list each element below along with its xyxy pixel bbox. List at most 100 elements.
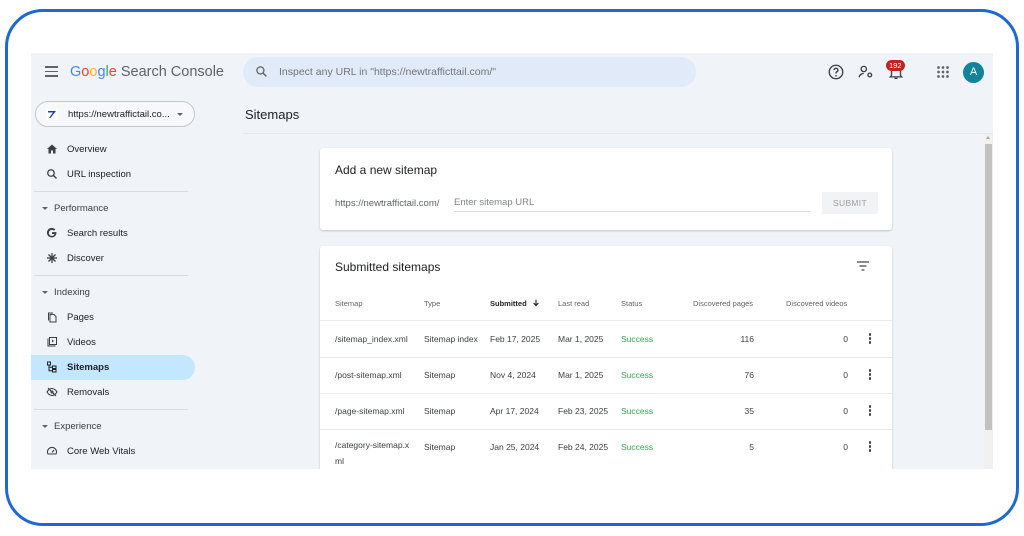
collapse-triangle-icon: [42, 207, 48, 210]
cell-status: Success: [621, 442, 654, 452]
avatar[interactable]: A: [963, 62, 984, 83]
column-header-last-read[interactable]: Last read: [558, 299, 589, 308]
table-row[interactable]: /page-sitemap.xml Sitemap Apr 17, 2024 F…: [320, 394, 892, 430]
sidebar-item-label: Removals: [67, 387, 110, 398]
column-header-discovered-videos[interactable]: Discovered videos: [786, 299, 847, 308]
apps-grid-icon[interactable]: [934, 63, 952, 81]
sidebar-item-label: Overview: [67, 144, 107, 155]
cell-status: Success: [621, 334, 654, 344]
cell-submitted: Nov 4, 2024: [490, 370, 536, 380]
cell-sitemap: /sitemap_index.xml: [335, 334, 408, 344]
videos-icon: [47, 337, 57, 347]
manage-users-icon[interactable]: [857, 63, 875, 81]
table-row[interactable]: /post-sitemap.xml Sitemap Nov 4, 2024 Ma…: [320, 358, 892, 394]
add-sitemap-card: Add a new sitemap https://newtraffictail…: [320, 148, 892, 230]
url-inspect-input[interactable]: [279, 64, 679, 80]
cell-discovered-videos: 0: [843, 370, 848, 380]
cell-sitemap: /page-sitemap.xml: [335, 406, 405, 416]
section-experience[interactable]: Experience: [31, 414, 195, 439]
cell-submitted: Apr 17, 2024: [490, 406, 539, 416]
divider: [34, 275, 188, 276]
sitemap-url-input[interactable]: [454, 194, 811, 212]
collapse-triangle-icon: [42, 425, 48, 428]
cell-submitted: Feb 17, 2025: [490, 334, 541, 344]
column-header-submitted[interactable]: Submitted: [490, 299, 540, 308]
sidebar-item-url-inspection[interactable]: URL inspection: [31, 162, 195, 187]
section-label: Performance: [54, 203, 109, 214]
section-label: Experience: [54, 421, 102, 432]
top-header: GoogleSearch Console 192 A: [31, 53, 993, 93]
cell-submitted: Jan 25, 2024: [490, 442, 540, 452]
column-header-label: Submitted: [490, 299, 527, 308]
divider: [243, 133, 993, 134]
menu-icon[interactable]: [45, 66, 58, 77]
removals-icon: [46, 387, 58, 397]
logo[interactable]: Google Search Console: [70, 64, 224, 80]
divider: [34, 191, 188, 192]
cell-discovered-videos: 0: [843, 334, 848, 344]
column-header-discovered-pages[interactable]: Discovered pages: [693, 299, 753, 308]
gauge-icon: [46, 446, 58, 455]
card-title: Add a new sitemap: [335, 163, 438, 177]
sidebar-item-label: Sitemaps: [67, 362, 110, 373]
google-g-icon: [46, 227, 57, 238]
cell-last-read: Feb 23, 2025: [558, 406, 609, 416]
sidebar-item-videos[interactable]: Videos: [31, 330, 195, 355]
sidebar-item-label: URL inspection: [67, 169, 132, 180]
cell-status: Success: [621, 406, 654, 416]
submitted-sitemaps-card: Submitted sitemaps Sitemap Type Submitte…: [320, 246, 892, 469]
property-favicon: [46, 108, 58, 120]
cell-discovered-pages: 76: [744, 370, 754, 380]
cell-sitemap: /post-sitemap.xml: [335, 370, 402, 380]
submit-button[interactable]: SUBMIT: [822, 192, 878, 214]
sidebar-item-discover[interactable]: Discover: [31, 246, 195, 271]
property-selector[interactable]: https://newtraffictail.co...: [35, 101, 195, 127]
more-options-icon[interactable]: [864, 333, 876, 347]
sidebar-item-core-web-vitals[interactable]: Core Web Vitals: [31, 439, 195, 464]
cell-type: Sitemap index: [424, 334, 478, 344]
cell-discovered-pages: 35: [744, 406, 754, 416]
scrollbar-thumb[interactable]: [985, 144, 992, 430]
url-inspect-search[interactable]: [243, 57, 696, 87]
sidebar-item-pages[interactable]: Pages: [31, 305, 195, 330]
divider: [34, 409, 188, 410]
table-row[interactable]: /sitemap_index.xml Sitemap index Feb 17,…: [320, 322, 892, 358]
column-header-status[interactable]: Status: [621, 299, 642, 308]
chevron-down-icon: [177, 113, 183, 116]
section-performance[interactable]: Performance: [31, 196, 195, 221]
sidebar-item-search-results[interactable]: Search results: [31, 221, 195, 246]
cell-last-read: Feb 24, 2025: [558, 442, 609, 452]
sidebar-item-removals[interactable]: Removals: [31, 380, 195, 405]
cell-last-read: Mar 1, 2025: [558, 334, 604, 344]
scroll-up-arrow-icon[interactable]: [986, 136, 990, 139]
cell-type: Sitemap: [424, 406, 456, 416]
cell-sitemap: /category-sitemap.xml: [335, 440, 410, 466]
column-header-sitemap[interactable]: Sitemap: [335, 299, 363, 308]
more-options-icon[interactable]: [864, 369, 876, 383]
sidebar: Overview URL inspection Performance Sear…: [31, 137, 201, 464]
sidebar-item-overview[interactable]: Overview: [31, 137, 195, 162]
more-options-icon[interactable]: [864, 441, 876, 455]
sidebar-item-label: Videos: [67, 337, 96, 348]
cell-last-read: Mar 1, 2025: [558, 370, 604, 380]
search-icon: [47, 169, 57, 179]
table-header: Sitemap Type Submitted Last read Status …: [320, 294, 892, 321]
filter-icon[interactable]: [856, 260, 870, 272]
more-options-icon[interactable]: [864, 405, 876, 419]
sitemap-url-prefix: https://newtraffictail.com/: [335, 198, 440, 209]
search-console-app: GoogleSearch Console 192 A https://newtr…: [31, 53, 993, 469]
collapse-triangle-icon: [42, 291, 48, 294]
help-icon[interactable]: [827, 63, 845, 81]
scrollbar[interactable]: [984, 134, 993, 469]
table-row[interactable]: /category-sitemap.xml Sitemap Jan 25, 20…: [320, 430, 892, 469]
sidebar-item-label: Pages: [67, 312, 94, 323]
logo-letter: e: [108, 64, 117, 80]
section-indexing[interactable]: Indexing: [31, 280, 195, 305]
column-header-type[interactable]: Type: [424, 299, 440, 308]
property-label: https://newtraffictail.co...: [68, 109, 170, 120]
home-icon: [47, 144, 57, 154]
page-title: Sitemaps: [245, 107, 300, 122]
sidebar-item-sitemaps[interactable]: Sitemaps: [31, 355, 195, 380]
sidebar-item-label: Search results: [67, 228, 128, 239]
cell-discovered-videos: 0: [843, 406, 848, 416]
